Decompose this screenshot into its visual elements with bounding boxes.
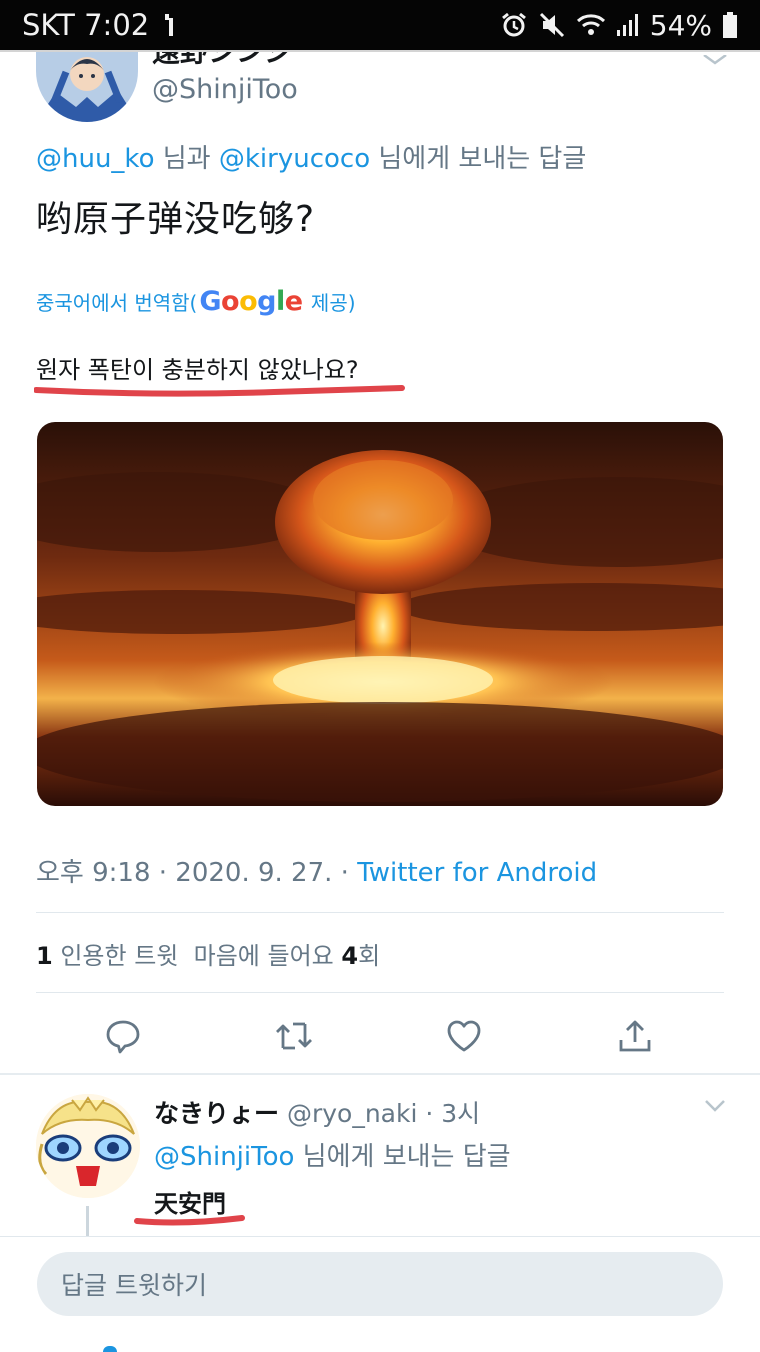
reply-icon[interactable] <box>99 1012 147 1060</box>
status-bar: SKT 7:02 54% <box>0 0 760 50</box>
tweet-stats: 1 인용한 트윗 마음에 들어요 4회 <box>36 936 380 971</box>
notification-icon <box>163 12 177 38</box>
mention-link[interactable]: @ShinjiToo <box>154 1142 294 1172</box>
quote-tweets[interactable]: 1 인용한 트윗 <box>36 942 178 970</box>
reply-context: @ShinjiToo 님에게 보내는 답글 <box>154 1136 511 1173</box>
share-icon[interactable] <box>611 1012 659 1060</box>
section-divider <box>0 1073 760 1075</box>
translated-by-suffix: 제공) <box>304 291 356 315</box>
likes-label: 마음에 들어요 <box>193 942 334 970</box>
reply-suffix: 님에게 보내는 답글 <box>294 1142 511 1172</box>
reply-context: @huu_ko 님과 @kiryucoco 님에게 보내는 답글 <box>36 138 586 175</box>
tweet-media-image[interactable] <box>37 422 723 806</box>
bottom-nav-indicator <box>103 1346 117 1352</box>
tweet-timestamp: 오후 9:18 · 2020. 9. 27. · Twitter for And… <box>36 852 597 889</box>
composer-divider <box>0 1236 760 1237</box>
reply-connector: 님과 <box>154 144 219 174</box>
carrier-time: SKT 7:02 <box>22 8 150 42</box>
mention-link[interactable]: @kiryucoco <box>219 144 370 174</box>
likes-count: 4 <box>341 942 359 970</box>
wifi-icon <box>576 12 606 38</box>
tweet-text: 哟原子弹没吃够? <box>36 199 316 240</box>
battery-icon <box>722 11 738 39</box>
signal-icon <box>616 12 640 38</box>
mention-link[interactable]: @huu_ko <box>36 144 154 174</box>
alarm-icon <box>500 11 528 39</box>
reply-suffix: 님에게 보내는 답글 <box>370 144 587 174</box>
tweet-actions <box>0 1012 760 1060</box>
translated-text: 원자 폭탄이 충분하지 않았나요? <box>36 356 359 384</box>
likes[interactable]: 마음에 들어요 4회 <box>194 942 381 970</box>
reply-composer-input[interactable]: 답글 트윗하기 <box>37 1252 723 1316</box>
likes-unit: 회 <box>358 942 381 970</box>
battery-percent: 54% <box>649 8 712 42</box>
divider <box>36 912 724 913</box>
time-date: 오후 9:18 · 2020. 9. 27. · <box>36 858 358 888</box>
reply-text: 天安門 <box>154 1190 226 1218</box>
client-link[interactable]: Twitter for Android <box>357 858 597 888</box>
reply-handle-time[interactable]: @ryo_naki · 3시 <box>287 1099 480 1128</box>
quote-count: 1 <box>36 942 53 970</box>
thread-connector-line <box>86 1206 89 1236</box>
reply-header: なきりょー @ryo_naki · 3시 <box>154 1094 480 1130</box>
google-logo: Google <box>199 286 303 317</box>
display-name[interactable]: 遠野シンジ <box>152 52 292 66</box>
translated-by-prefix: 중국어에서 번역함( <box>36 291 198 315</box>
like-icon[interactable] <box>440 1012 488 1060</box>
user-handle[interactable]: @ShinjiToo <box>152 74 298 105</box>
chevron-down-icon[interactable] <box>704 1098 726 1117</box>
retweet-icon[interactable] <box>270 1012 318 1060</box>
composer-placeholder: 답글 트윗하기 <box>61 1271 207 1300</box>
avatar[interactable] <box>36 52 138 122</box>
translated-by-link[interactable]: 중국어에서 번역함( Google 제공) <box>36 286 356 317</box>
reply-display-name[interactable]: なきりょー <box>154 1099 279 1128</box>
divider <box>36 992 724 993</box>
mute-icon <box>538 11 566 39</box>
reply-avatar[interactable] <box>36 1094 140 1198</box>
chevron-down-icon[interactable] <box>702 50 728 69</box>
quote-label: 인용한 트윗 <box>60 942 179 970</box>
